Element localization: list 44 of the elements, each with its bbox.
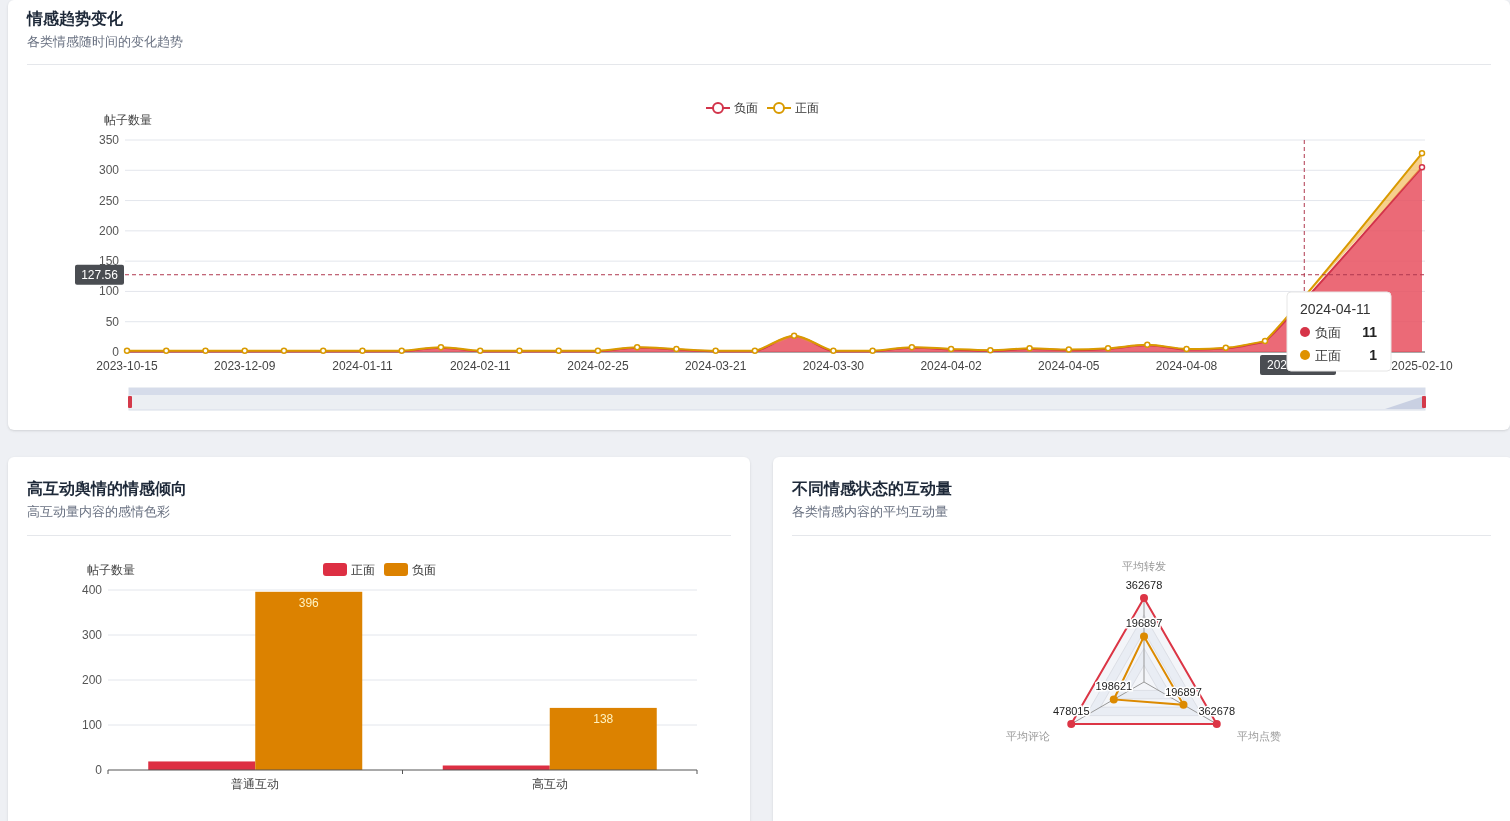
axis-tick-label: 200 <box>81 673 102 687</box>
radar-axis-label: 平均点赞 <box>1237 730 1281 742</box>
axis-tick-label: 2024-01-11 <box>332 359 393 373</box>
axis-tick-label: 2024-02-11 <box>449 359 511 373</box>
axis-tick-label: 2024-03-30 <box>802 359 865 373</box>
axis-tick-label: 2024-04-08 <box>1155 359 1218 373</box>
axis-tick-label: 2023-12-09 <box>214 359 276 373</box>
tooltip-series-name: 负面 <box>1315 325 1341 340</box>
card-title: 不同情感状态的互动量 <box>792 479 953 499</box>
axis-tick-label: 100 <box>98 284 119 299</box>
card-subtitle: 高互动量内容的感情色彩 <box>27 503 171 521</box>
axis-tick-label: 300 <box>98 163 119 178</box>
card-title: 情感趋势变化 <box>27 9 124 29</box>
tooltip-title: 2024-04-11 <box>1300 301 1371 317</box>
axis-tick-label: 2024-02-25 <box>567 359 629 373</box>
card-subtitle: 各类情感内容的平均互动量 <box>792 503 949 521</box>
axis-tick-label: 100 <box>81 718 102 732</box>
axis-tick-label: 2025-02-10 <box>1391 359 1453 373</box>
crosshair-value-label: 127.56 <box>75 264 124 285</box>
axis-tick-label: 200 <box>98 223 119 238</box>
card-subtitle: 各类情感随时间的变化趋势 <box>27 33 184 51</box>
bar-value-label: 396 <box>298 595 319 610</box>
radar-axis-label: 平均转发 <box>1122 560 1166 572</box>
card-title: 高互动舆情的情感倾向 <box>27 479 188 499</box>
bar-value-label: 138 <box>593 711 614 726</box>
axis-title: 帖子数量 <box>87 563 135 577</box>
tooltip-value: 11 <box>1362 324 1377 340</box>
axis-tick-label: 高互动 <box>531 777 568 791</box>
axis-tick-label: 250 <box>98 193 119 208</box>
axis-tick-label: 0 <box>112 345 119 359</box>
tooltip-value: 1 <box>1369 347 1377 363</box>
axis-tick-label: 350 <box>98 133 119 147</box>
axis-tick-label: 50 <box>105 314 119 329</box>
axis-title: 帖子数量 <box>104 113 152 127</box>
axis-tick-label: 400 <box>81 583 102 597</box>
radar-axis-label: 平均评论 <box>1006 730 1050 742</box>
axis-tick-label: 2023-10-15 <box>96 359 158 373</box>
axis-tick-label: 0 <box>95 763 102 777</box>
axis-tick-label: 2024-04-05 <box>1038 359 1100 373</box>
data-value-label: 362678 <box>1125 579 1163 591</box>
axis-tick-label: 2024-03-21 <box>684 359 747 373</box>
axis-tick-label: 普通互动 <box>231 777 280 791</box>
axis-tick-label: 2024-04-02 <box>920 359 982 373</box>
axis-tick-label: 300 <box>81 628 102 642</box>
